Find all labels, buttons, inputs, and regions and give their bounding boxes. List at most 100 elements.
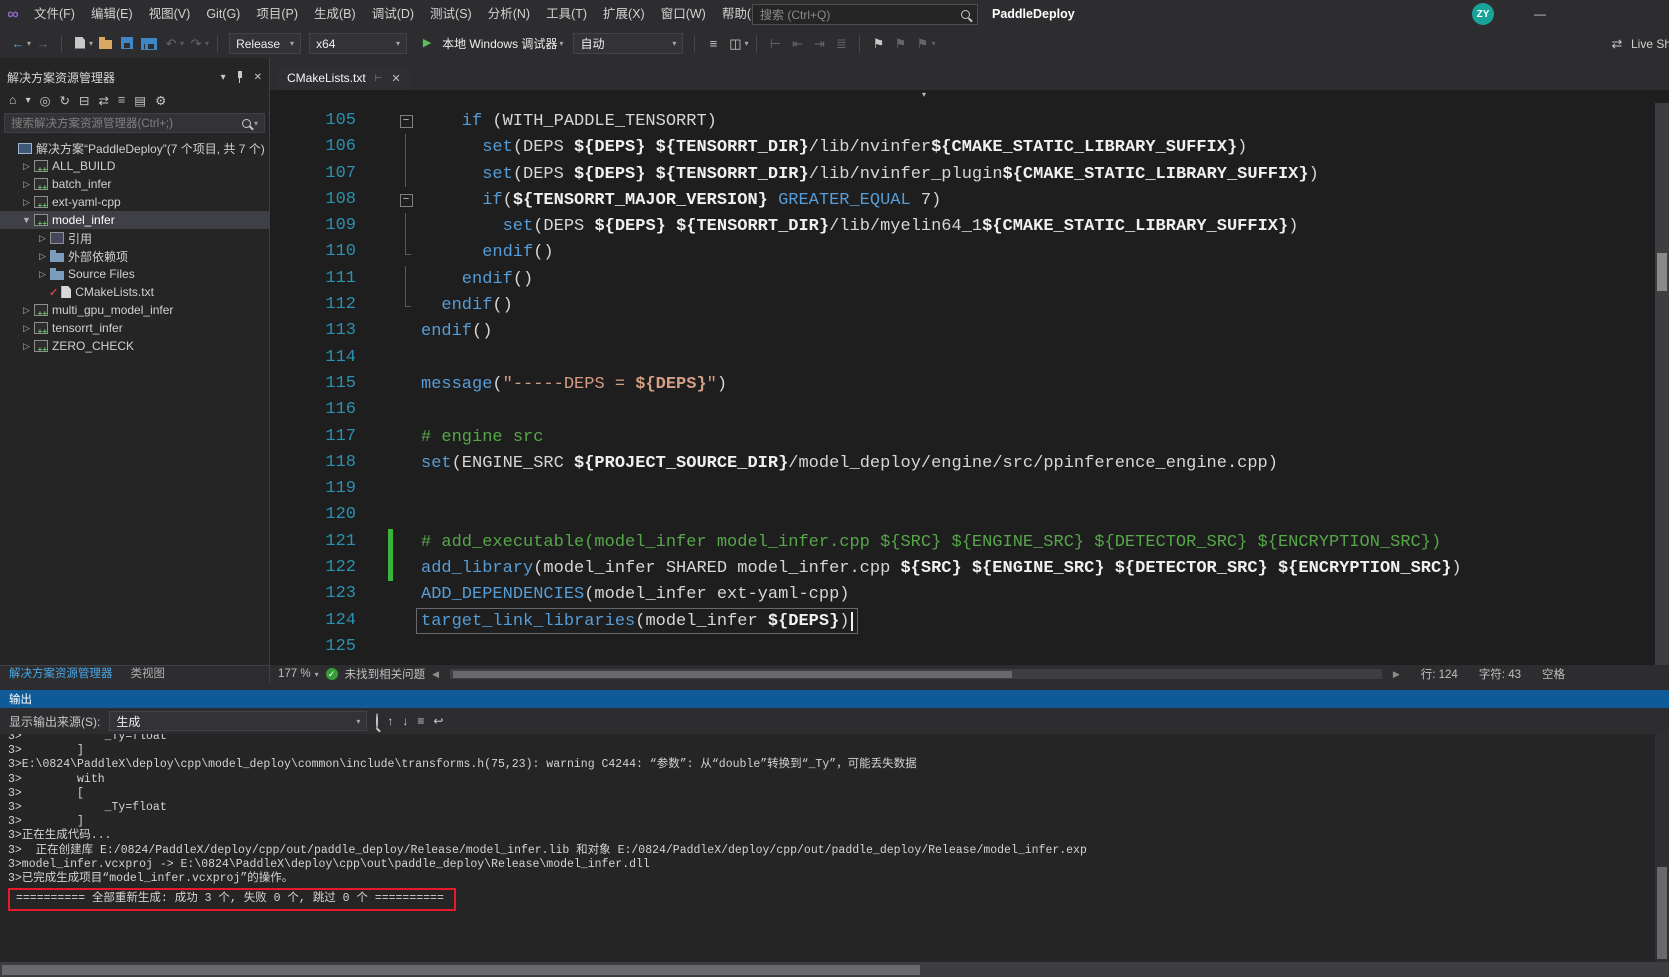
undo-dropdown-icon[interactable]: ▾ xyxy=(180,39,184,48)
menu-item-9[interactable]: 工具(T) xyxy=(538,0,595,29)
start-debugging-dropdown-icon[interactable]: ▾ xyxy=(559,39,563,48)
live-share-button[interactable]: ⇄ Live Sh xyxy=(1607,29,1669,58)
output-line-7[interactable]: 3>正在生成代码... xyxy=(8,829,1669,843)
tab-cmakelists[interactable]: CMakeLists.txt ⊢ ✕ xyxy=(278,66,410,90)
output-line-3[interactable]: 3> with xyxy=(8,773,1669,787)
new-file-icon[interactable] xyxy=(70,29,90,59)
start-debugging-button[interactable]: ▶ 本地 Windows 调试器 ▾ xyxy=(412,29,568,58)
quick-search-box[interactable]: 搜索 (Ctrl+Q) xyxy=(752,4,978,25)
code-line-114[interactable]: 114 xyxy=(270,345,1669,371)
scroll-left-icon[interactable]: ◀ xyxy=(432,669,439,680)
expand-arrow-icon[interactable]: ▷ xyxy=(36,233,49,244)
menu-item-1[interactable]: 编辑(E) xyxy=(83,0,141,29)
navigate-back-icon[interactable]: ← xyxy=(8,29,28,58)
output-line-0[interactable]: 3> _Ty=float xyxy=(8,734,1669,744)
tree-item-references[interactable]: ▷引用 xyxy=(0,229,269,247)
clear-all-icon[interactable]: ≡ xyxy=(417,714,424,728)
menu-item-4[interactable]: 项目(P) xyxy=(248,0,306,29)
code-line-116[interactable]: 116 xyxy=(270,397,1669,423)
camera-dropdown-icon[interactable]: ▾ xyxy=(744,39,748,48)
code-line-112[interactable]: 112endif() xyxy=(270,292,1669,318)
menu-item-10[interactable]: 扩展(X) xyxy=(595,0,653,29)
expand-arrow-icon[interactable]: ▷ xyxy=(20,323,33,334)
menu-item-6[interactable]: 调试(D) xyxy=(364,0,422,29)
editor-horizontal-scrollbar[interactable] xyxy=(450,669,1382,679)
menu-item-11[interactable]: 窗口(W) xyxy=(653,0,714,29)
solution-explorer-search-box[interactable]: 搜索解决方案资源管理器(Ctrl+;) ▾ xyxy=(4,113,265,133)
bookmark-icon[interactable]: ⚑ xyxy=(868,29,888,58)
code-line-109[interactable]: 109set(DEPS ${DEPS} ${TENSORRT_DIR}/lib/… xyxy=(270,213,1669,239)
expand-arrow-icon[interactable]: ▷ xyxy=(20,161,33,172)
tree-item-multi-gpu-model-infer[interactable]: ▷multi_gpu_model_infer xyxy=(0,301,269,319)
document-health-icon[interactable]: ✓ xyxy=(326,668,338,680)
output-line-8[interactable]: 3> 正在创建库 E:/0824/PaddleX/deploy/cpp/out/… xyxy=(8,844,1669,858)
tree-item-batch-infer[interactable]: ▷batch_infer xyxy=(0,175,269,193)
collapse-all-icon[interactable]: ⊟ xyxy=(79,93,89,108)
output-line-6[interactable]: 3> ] xyxy=(8,815,1669,829)
camera-icon[interactable]: ◫ xyxy=(725,29,745,58)
code-line-110[interactable]: 110endif() xyxy=(270,239,1669,265)
scrollbar-thumb[interactable] xyxy=(453,671,1012,678)
sync-with-active-document-icon[interactable]: ⇄ xyxy=(98,93,108,108)
toolbar-overflow-icon[interactable]: ▾ xyxy=(931,39,935,48)
word-wrap-icon[interactable]: ↩ xyxy=(433,714,443,728)
tree-item-zero-check[interactable]: ▷ZERO_CHECK xyxy=(0,337,269,355)
code-line-124[interactable]: 124target_link_libraries(model_infer ${D… xyxy=(270,608,1669,634)
indent-decrease-icon[interactable]: ⇤ xyxy=(787,29,807,58)
tree-item-cmakelists[interactable]: ✓CMakeLists.txt xyxy=(0,283,269,301)
redo-icon[interactable]: ↷ xyxy=(186,29,206,58)
redo-dropdown-icon[interactable]: ▾ xyxy=(205,39,209,48)
scrollbar-thumb[interactable] xyxy=(1657,867,1667,959)
tree-item-ext-yaml-cpp[interactable]: ▷ext-yaml-cpp xyxy=(0,193,269,211)
code-line-111[interactable]: 111endif() xyxy=(270,266,1669,292)
output-line-11[interactable]: ========== 全部重新生成: 成功 3 个, 失败 0 个, 跳过 0 … xyxy=(8,886,1669,911)
code-line-122[interactable]: 122add_library(model_infer SHARED model_… xyxy=(270,555,1669,581)
user-avatar[interactable]: ZY xyxy=(1472,3,1494,25)
undo-icon[interactable]: ↶ xyxy=(161,29,181,58)
scr ollbar-thumb[interactable] xyxy=(2,965,920,975)
menu-item-8[interactable]: 分析(N) xyxy=(480,0,538,29)
next-bookmark-icon[interactable]: ⚑ xyxy=(912,29,932,58)
navigation-dropdown-icon[interactable]: ▾ xyxy=(922,90,926,99)
code-line-120[interactable]: 120 xyxy=(270,502,1669,528)
previous-bookmark-icon[interactable]: ⚑ xyxy=(890,29,910,58)
tree-item-solution-root[interactable]: 解决方案“PaddleDeploy”(7 个项目, 共 7 个) xyxy=(0,139,269,157)
output-line-9[interactable]: 3>model_infer.vcxproj -> E:\0824\PaddleX… xyxy=(8,858,1669,872)
code-line-119[interactable]: 119 xyxy=(270,476,1669,502)
open-file-icon[interactable] xyxy=(95,29,115,59)
output-line-10[interactable]: 3>已完成生成项目“model_infer.vcxproj”的操作。 xyxy=(8,872,1669,886)
output-vertical-scrollbar[interactable] xyxy=(1655,734,1669,962)
tree-item-model-infer[interactable]: ▼model_infer xyxy=(0,211,269,229)
search-options-dropdown-icon[interactable]: ▾ xyxy=(254,119,258,128)
expand-arrow-icon[interactable]: ▷ xyxy=(36,269,49,280)
output-line-2[interactable]: 3>E:\0824\PaddleX\deploy\cpp\model_deplo… xyxy=(8,758,1669,772)
show-all-files-icon[interactable]: ≡ xyxy=(118,93,125,107)
properties-icon[interactable]: ▤ xyxy=(134,93,146,108)
next-message-icon[interactable]: ↓ xyxy=(402,714,408,728)
refresh-icon[interactable]: ↻ xyxy=(60,93,70,108)
tool-tab-0[interactable]: 解决方案资源管理器 xyxy=(0,666,122,683)
scope-icon[interactable]: ◎ xyxy=(40,93,51,108)
output-log[interactable]: 3> _Ty=float3> ]3>E:\0824\PaddleX\deploy… xyxy=(0,734,1669,962)
switch-views-icon[interactable]: ▾ xyxy=(26,95,31,106)
panel-splitter[interactable] xyxy=(0,683,1669,690)
menu-item-7[interactable]: 测试(S) xyxy=(422,0,480,29)
fold-collapse-button[interactable]: − xyxy=(400,115,413,128)
menu-item-0[interactable]: 文件(F) xyxy=(26,0,83,29)
output-line-1[interactable]: 3> ] xyxy=(8,744,1669,758)
code-line-121[interactable]: 121# add_executable(model_infer model_in… xyxy=(270,529,1669,555)
tree-item-source-files[interactable]: ▷Source Files xyxy=(0,265,269,283)
close-icon[interactable]: ✕ xyxy=(254,72,262,83)
tab-close-icon[interactable]: ✕ xyxy=(392,72,401,85)
code-line-106[interactable]: 106set(DEPS ${DEPS} ${TENSORRT_DIR}/lib/… xyxy=(270,134,1669,160)
editor-vertical-scrollbar[interactable] xyxy=(1655,103,1669,665)
output-horizontal-scrollbar[interactable] xyxy=(0,962,1669,977)
pin-icon[interactable] xyxy=(236,71,244,83)
expand-arrow-icon[interactable]: ▷ xyxy=(20,197,33,208)
find-in-files-icon[interactable]: ⊢ xyxy=(765,29,785,58)
navigate-back-dropdown-icon[interactable]: ▾ xyxy=(27,39,31,48)
tree-item-tensorrt-infer[interactable]: ▷tensorrt_infer xyxy=(0,319,269,337)
output-line-5[interactable]: 3> _Ty=float xyxy=(8,801,1669,815)
tree-item-all-build[interactable]: ▷ALL_BUILD xyxy=(0,157,269,175)
comment-selection-icon[interactable]: ≣ xyxy=(831,29,851,58)
